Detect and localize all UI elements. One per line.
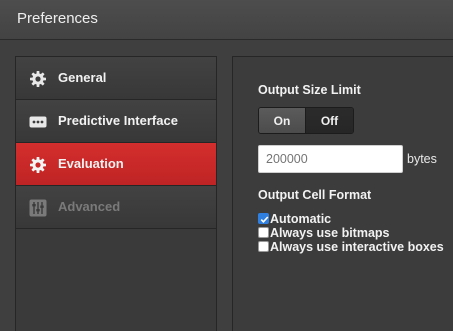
sidebar-item-predictive-interface[interactable]: Predictive Interface — [16, 100, 216, 143]
sliders-icon — [29, 199, 47, 217]
sidebar-item-label: Evaluation — [58, 156, 124, 171]
gear-icon — [29, 156, 47, 174]
sidebar-item-evaluation[interactable]: Evaluation — [16, 143, 216, 186]
sidebar-item-general[interactable]: General — [16, 57, 216, 100]
option-label: Always use bitmaps — [270, 226, 390, 240]
output-size-limit-input[interactable] — [258, 145, 403, 173]
gear-icon — [29, 70, 47, 88]
output-size-limit-toggle: On Off — [258, 107, 354, 134]
sidebar-item-label: Advanced — [58, 199, 121, 214]
checkmark-icon — [260, 216, 269, 223]
sidebar-item-advanced[interactable]: Advanced — [16, 186, 216, 229]
sidebar-item-label: Predictive Interface — [58, 113, 178, 128]
sidebar-item-label: General — [58, 70, 107, 85]
evaluation-settings-panel: Output Size Limit On Off bytes Output Ce… — [232, 56, 453, 331]
always-use-interactive-boxes-checkbox[interactable] — [258, 241, 269, 252]
always-use-bitmaps-checkbox[interactable] — [258, 227, 269, 238]
option-label: Always use interactive boxes — [270, 240, 444, 254]
output-size-limit-heading: Output Size Limit — [258, 83, 361, 97]
bytes-unit-label: bytes — [407, 152, 437, 166]
on-button[interactable]: On — [259, 108, 306, 133]
window-title: Preferences — [17, 10, 98, 27]
title-bar: Preferences — [0, 0, 453, 40]
ellipsis-icon — [29, 113, 47, 131]
output-cell-format-heading: Output Cell Format — [258, 188, 372, 202]
automatic-checkbox[interactable] — [258, 213, 269, 224]
preferences-sidebar: General Predictive Interface Evaluation … — [15, 56, 217, 331]
off-button[interactable]: Off — [306, 108, 353, 133]
option-label: Automatic — [270, 212, 332, 226]
